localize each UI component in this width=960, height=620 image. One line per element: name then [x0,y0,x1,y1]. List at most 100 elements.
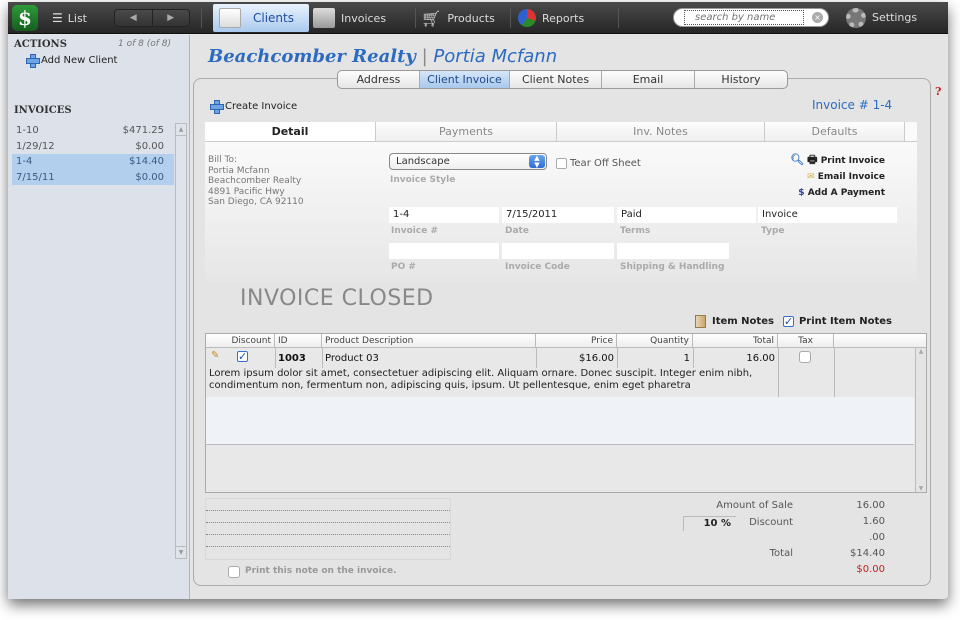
column-header-price[interactable]: Price [536,334,617,348]
terms-field[interactable]: Paid [617,207,756,223]
tab-payments[interactable]: Payments [376,122,557,141]
preview-icon[interactable]: 🔍︎ [790,153,804,166]
nav-arrows: ◀ ▶ [114,9,190,27]
po-field[interactable] [389,243,499,259]
list-item-selected[interactable]: 1-4 $14.40 7/15/11 $0.00 [12,154,174,185]
date-label: Date [505,226,529,236]
select-arrows-icon: ▲ ▼ [529,155,545,168]
item-notes-text: Lorem ipsum dolor sit amet, consectetuer… [209,368,753,391]
tab-clients[interactable]: Clients [213,4,309,32]
invoice-icon [313,8,335,28]
edit-note-icon[interactable]: ✎ [211,350,219,361]
list-icon: ☰ [52,11,63,25]
scroll-up-icon[interactable]: ▲ [176,124,186,136]
date-field[interactable]: 7/15/2011 [502,207,614,223]
gear-icon[interactable] [846,8,866,28]
tax-checkbox[interactable] [799,351,811,363]
app-logo-icon: $ [12,5,38,31]
column-header-description[interactable]: Product Description [322,334,536,348]
divider [693,348,694,368]
scroll-up-icon[interactable]: ▲ [916,348,926,355]
tear-off-checkbox[interactable] [556,158,567,169]
item-id: 1003 [278,353,306,364]
item-notes-button[interactable]: Item Notes [712,316,774,327]
envelope-icon: ✉ [807,172,815,182]
invoice-code-label: Invoice Code [505,262,570,272]
tab-history[interactable]: History [695,71,787,88]
tab-inv-notes[interactable]: Inv. Notes [557,122,765,141]
divider [415,8,416,28]
printer-icon: 🖶 [807,153,818,166]
print-note-checkbox[interactable] [228,566,240,578]
divider [275,348,276,368]
invoice-status: INVOICE CLOSED [240,286,434,311]
notepad-icon [695,315,706,328]
tab-products[interactable]: 🛒︎ Products [421,2,495,34]
plus-icon [210,100,224,114]
table-scrollbar[interactable]: ▲ ▼ [915,348,926,492]
column-header-tax[interactable]: Tax [778,334,834,348]
record-count: 1 of 8 (of 8) [118,39,171,49]
add-payment-button[interactable]: $ Add A Payment [790,185,885,201]
email-invoice-button[interactable]: ✉ Email Invoice [790,169,885,185]
amount-of-sale-label: Amount of Sale [716,500,793,511]
shipping-field[interactable] [617,243,729,259]
divider [536,348,537,368]
sidebar-scrollbar[interactable]: ▲ ▼ [175,123,187,559]
divider [322,348,323,368]
tab-client-notes[interactable]: Client Notes [510,71,602,88]
column-header-total[interactable]: Total [693,334,778,348]
item-description: Product 03 [325,353,379,364]
scroll-down-icon[interactable]: ▼ [176,546,186,558]
extra-value: .00 [869,532,885,543]
discount-checkbox[interactable]: ✓ [237,351,248,362]
next-arrow-button[interactable]: ▶ [153,10,190,26]
dollar-icon: $ [798,188,805,198]
print-invoice-button[interactable]: 🔍︎ 🖶 Print Invoice [790,152,885,169]
divider [834,348,835,397]
tab-email[interactable]: Email [602,71,695,88]
item-quantity: 1 [683,353,690,364]
clear-search-icon[interactable]: × [812,12,823,23]
divider [778,348,779,397]
column-header-id[interactable]: ID [275,334,322,348]
amount-of-sale-value: 16.00 [856,500,885,511]
print-item-notes-label: Print Item Notes [798,316,892,327]
help-icon[interactable]: ? [935,85,941,98]
client-tabs: Address Client Invoice Client Notes Emai… [337,70,788,89]
terms-label: Terms [620,226,651,236]
discount-label: Discount [749,517,793,528]
print-item-notes-checkbox[interactable]: ✓ [782,316,794,327]
tab-invoices[interactable]: Invoices [313,2,386,34]
empty-row[interactable] [206,397,914,445]
divider [510,8,511,28]
client-card-icon [219,8,241,28]
tear-off-label: Tear Off Sheet [570,158,641,169]
tab-client-invoice[interactable]: Client Invoice [420,71,510,88]
invoice-list: 1-10 $471.25 1/29/12 $0.00 1-4 $14.40 7/15/… [12,123,174,185]
scroll-down-icon[interactable]: ▼ [916,485,926,492]
invoice-number-field[interactable]: 1-4 [389,207,499,223]
total-label: Total [769,548,793,559]
invoice-note-field[interactable] [205,498,451,560]
tab-defaults[interactable]: Defaults [765,122,905,141]
tab-address[interactable]: Address [338,71,420,88]
list-button[interactable]: ☰ List [52,2,87,34]
search-input[interactable] [684,10,804,25]
settings-button[interactable]: Settings [872,11,917,24]
tab-detail[interactable]: Detail [205,122,376,141]
tab-reports[interactable]: Reports [518,2,584,34]
invoice-style-select[interactable]: Landscape ▲ ▼ [389,153,547,170]
total-value: $14.40 [850,548,885,559]
prev-arrow-button[interactable]: ◀ [115,10,153,26]
invoice-code-field[interactable] [502,243,614,259]
column-header-quantity[interactable]: Quantity [617,334,693,348]
add-new-client-button[interactable]: Add New Client [26,54,117,68]
item-notes-controls: Item Notes ✓ Print Item Notes [695,315,892,328]
list-item[interactable]: 1-10 $471.25 1/29/12 $0.00 [12,123,174,154]
item-total: 16.00 [746,353,775,364]
type-field[interactable]: Invoice [758,207,897,223]
create-invoice-button[interactable]: Create Invoice [210,100,297,114]
discount-percent-field[interactable]: 10 % [683,516,736,531]
column-header-discount[interactable]: Discount [206,334,275,348]
